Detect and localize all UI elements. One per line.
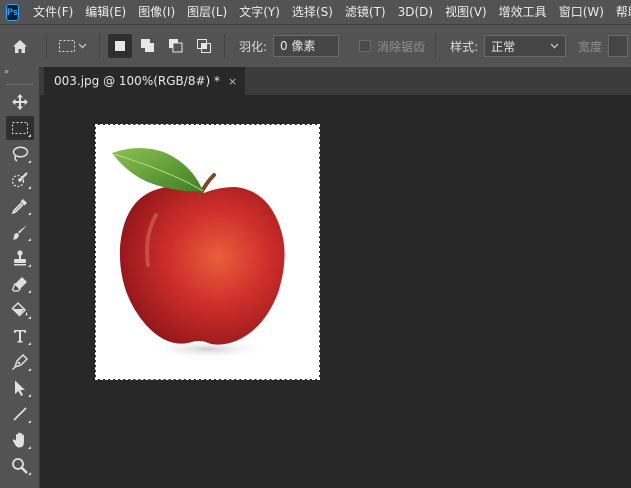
chevron-down-icon	[550, 43, 559, 49]
menu-plugins[interactable]: 增效工具	[493, 0, 553, 24]
menu-layer[interactable]: 图层(L)	[181, 0, 233, 24]
menu-view[interactable]: 视图(V)	[439, 0, 493, 24]
add-to-selection-button[interactable]	[136, 34, 160, 58]
brush-icon	[12, 225, 27, 240]
eyedropper-icon	[11, 199, 27, 215]
tool-group-indicator	[28, 160, 31, 163]
collapse-panel-button[interactable]: »	[0, 67, 39, 77]
quick-selection-tool[interactable]	[0, 167, 40, 193]
subtract-from-selection-button[interactable]	[164, 34, 188, 58]
clone-stamp-tool[interactable]	[0, 245, 40, 271]
intersect-selection-icon	[197, 39, 211, 53]
tools-panel: »	[0, 67, 40, 488]
tool-preset-picker[interactable]	[53, 33, 93, 59]
new-selection-icon	[115, 41, 125, 51]
eyedropper-tool[interactable]	[0, 193, 40, 219]
home-button[interactable]	[0, 31, 40, 61]
new-selection-button[interactable]	[108, 34, 132, 58]
zoom-tool[interactable]	[0, 453, 40, 479]
tool-group-indicator	[28, 342, 31, 345]
lasso-tool[interactable]	[0, 141, 40, 167]
menu-file[interactable]: 文件(F)	[27, 0, 79, 24]
document-tab[interactable]: 003.jpg @ 100%(RGB/8#) * ×	[44, 67, 246, 95]
rectangular-marquee-icon	[59, 40, 87, 52]
type-tool[interactable]	[0, 323, 40, 349]
separator	[99, 34, 100, 58]
pen-tool[interactable]	[0, 349, 40, 375]
tool-group-indicator	[28, 446, 31, 449]
line-tool[interactable]	[0, 401, 40, 427]
move-tool[interactable]	[0, 89, 40, 115]
type-icon	[14, 330, 26, 343]
feather-label: 羽化:	[239, 39, 268, 54]
home-icon	[13, 39, 27, 53]
menu-image[interactable]: 图像(I)	[132, 0, 181, 24]
tool-group-indicator	[28, 186, 31, 189]
canvas-area[interactable]	[40, 95, 631, 488]
menu-filter[interactable]: 滤镜(T)	[339, 0, 392, 24]
paint-bucket-tool[interactable]	[0, 297, 40, 323]
antialias-checkbox[interactable]	[359, 40, 372, 52]
menu-bar: Ps 文件(F) 编辑(E) 图像(I) 图层(L) 文字(Y) 选择(S) 滤…	[0, 0, 631, 24]
style-value: 正常	[491, 39, 516, 54]
menu-help[interactable]: 帮助(H)	[610, 0, 631, 24]
menu-select[interactable]: 选择(S)	[286, 0, 339, 24]
menu-3d[interactable]: 3D(D)	[392, 0, 439, 24]
panel-grip[interactable]	[6, 77, 33, 85]
tool-group-indicator	[28, 316, 31, 319]
photoshop-logo: Ps	[6, 3, 20, 21]
options-bar: 羽化: 0 像素 消除锯齿 样式: 正常 宽度	[0, 24, 631, 67]
separator	[46, 34, 47, 58]
tool-group-indicator	[28, 264, 31, 267]
hand-tool[interactable]	[0, 427, 40, 453]
pen-icon	[11, 353, 29, 371]
menu-type[interactable]: 文字(Y)	[233, 0, 286, 24]
subtract-selection-icon	[169, 39, 183, 53]
style-label: 样式:	[450, 39, 479, 54]
width-input[interactable]	[608, 35, 629, 57]
path-selection-icon	[15, 380, 25, 396]
antialias-label: 消除锯齿	[377, 39, 426, 54]
tool-group-indicator	[28, 420, 31, 423]
tool-group-indicator	[28, 472, 31, 475]
eraser-icon	[11, 277, 27, 292]
document-tab-bar: 003.jpg @ 100%(RGB/8#) * ×	[40, 67, 631, 95]
zoom-icon	[12, 458, 28, 474]
style-select[interactable]: 正常	[484, 35, 567, 57]
tool-group-indicator	[28, 134, 31, 137]
menu-edit[interactable]: 编辑(E)	[79, 0, 132, 24]
tool-group-indicator	[28, 238, 31, 241]
separator	[224, 34, 225, 58]
tool-group-indicator	[28, 394, 31, 397]
feather-input[interactable]: 0 像素	[273, 35, 340, 57]
tool-group-indicator	[28, 368, 31, 371]
width-label: 宽度	[578, 39, 603, 54]
rectangular-marquee-tool[interactable]	[0, 115, 40, 141]
separator	[435, 34, 437, 58]
selection-marquee	[95, 124, 320, 380]
quick-selection-icon	[11, 172, 28, 188]
paint-bucket-icon	[11, 301, 28, 317]
hand-icon	[12, 432, 24, 448]
move-icon	[12, 94, 28, 110]
line-icon	[13, 407, 27, 421]
menu-window[interactable]: 窗口(W)	[553, 0, 610, 24]
tool-group-indicator	[28, 212, 31, 215]
rectangular-marquee-icon	[12, 122, 28, 134]
eraser-tool[interactable]	[0, 271, 40, 297]
tool-group-indicator	[28, 290, 31, 293]
intersect-selection-button[interactable]	[192, 34, 216, 58]
add-selection-icon	[141, 39, 154, 52]
brush-tool[interactable]	[0, 219, 40, 245]
lasso-icon	[12, 146, 29, 162]
clone-stamp-icon	[14, 250, 26, 266]
close-tab-button[interactable]: ×	[228, 75, 237, 88]
path-selection-tool[interactable]	[0, 375, 40, 401]
document-tab-title: 003.jpg @ 100%(RGB/8#) *	[54, 74, 221, 88]
